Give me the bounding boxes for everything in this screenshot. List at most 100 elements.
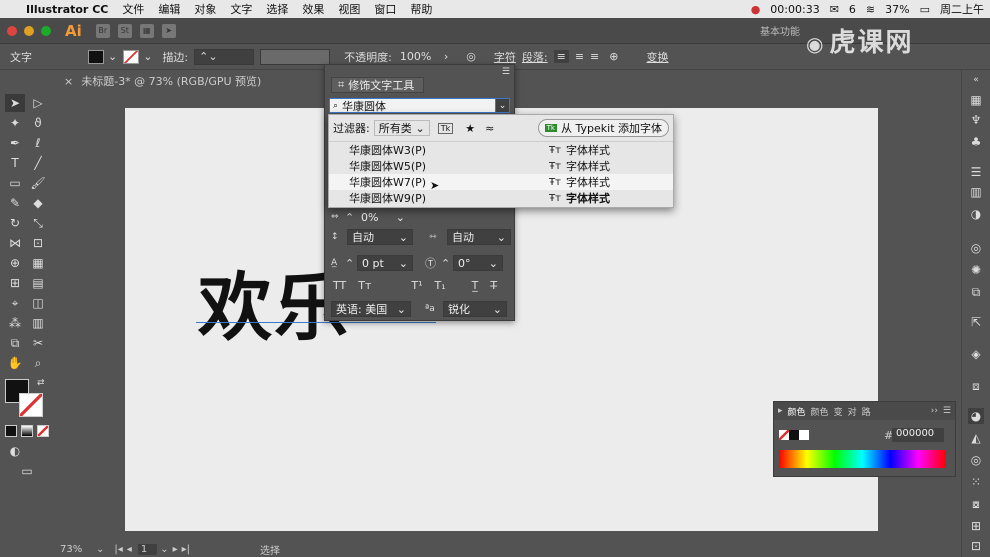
stroke-dropdown-icon[interactable]: ⌄ [143,50,152,63]
rotation-dd-icon[interactable]: ⌄ [489,257,498,270]
first-artboard-icon[interactable]: |◂ [114,544,122,555]
graphic-styles-icon[interactable]: ⁙ [968,474,984,490]
align-panel-icon[interactable]: ▥ [968,184,984,200]
menu-file[interactable]: 文件 [122,1,144,17]
leading-field[interactable]: 自动 ⌄ [347,229,413,245]
record-icon[interactable]: ● [751,3,761,16]
navigator-icon[interactable]: ⊡ [968,538,984,554]
collapse-panels-icon[interactable]: « [968,72,984,88]
baseline-field[interactable]: 0 pt ⌄ [357,255,413,271]
font-list-item-hovered[interactable]: 华康圆体W7(P) Ŧт 字体样式 [329,174,673,190]
panel-collapse-icon[interactable]: ▸ [778,406,783,416]
cc-libraries-icon[interactable]: ◎ [968,240,984,256]
baseline-dd-icon[interactable]: ⌄ [399,257,408,270]
stroke-color-box[interactable] [19,393,43,417]
curvature-icon[interactable]: ℓ [28,134,48,152]
workspace-label[interactable]: 基本功能 [760,23,800,38]
gpu-icon[interactable]: ➤ [161,23,176,38]
tab-color-guide[interactable]: 颜色 [811,405,829,418]
font-list-item[interactable]: 华康圆体W9(P) Ŧт 字体样式 [329,190,673,206]
color-panel-icon[interactable]: ◕ [968,408,984,424]
minimize-window-button[interactable] [24,25,34,36]
tracking-field[interactable]: 0% ⌄ [357,209,409,225]
kerning-dd-icon[interactable]: ⌄ [497,231,506,244]
char-label[interactable]: 字符 [494,49,516,65]
slice-tool-icon[interactable]: ✂ [28,334,48,352]
zoom-dd-icon[interactable]: ⌄ [96,544,104,555]
tab-close-icon[interactable]: × [64,75,73,88]
artboards-icon[interactable]: ⧉ [968,284,984,300]
clock-text[interactable]: 周二上午 [940,1,984,17]
globe-icon[interactable]: ⊕ [609,50,618,63]
gradient-panel-icon[interactable]: ⊞ [968,518,984,534]
layers-icon[interactable]: ◈ [968,346,984,362]
pathfinder-icon[interactable]: ⧈ [968,378,984,394]
screen-mode-icon[interactable]: ▭ [17,462,37,480]
menu-window[interactable]: 窗口 [374,1,396,17]
scale-tool-icon[interactable]: ⤡ [28,214,48,232]
leading-dd-icon[interactable]: ⌄ [399,231,408,244]
color-mode-icon[interactable] [5,425,17,437]
zoom-field[interactable]: 73% [60,544,96,555]
more-tabs-icon[interactable]: ›› [931,406,938,416]
lasso-icon[interactable]: ϑ [28,114,48,132]
strikethrough-icon[interactable]: T̶ [490,279,497,292]
eyedropper-icon[interactable]: ⌖ [5,294,25,312]
shape-builder-icon[interactable]: ⊕ [5,254,25,272]
kerning-field[interactable]: 自动 ⌄ [447,229,511,245]
symbol-sprayer-icon[interactable]: ⁂ [5,314,25,332]
underline-icon[interactable]: T̲ [472,279,479,292]
opacity-field[interactable]: 100% [395,48,440,65]
blend-tool-icon[interactable]: ◫ [28,294,48,312]
battery-icon[interactable]: ▭ [920,3,930,16]
filter-select[interactable]: 所有类 ⌄ [373,120,430,136]
graph-tool-icon[interactable]: ▥ [28,314,48,332]
fill-swatch[interactable] [88,49,104,64]
font-dropdown-toggle-icon[interactable]: ⌄ [495,98,510,113]
color-white-swatch[interactable] [799,430,809,440]
zoom-tool-icon[interactable]: ⌕ [28,354,48,372]
language-select[interactable]: 英语: 美国 ⌄ [331,301,411,317]
artboard-tool-icon[interactable]: ⧉ [5,334,25,352]
wechat-icon[interactable]: ✉ [830,3,839,16]
rotation-field[interactable]: 0° ⌄ [453,255,503,271]
artboard-dd-icon[interactable]: ⌄ [160,544,168,555]
arrange-icon[interactable]: ▦ [139,23,154,38]
menu-help[interactable]: 帮助 [410,1,432,17]
small-caps-icon[interactable]: Tт [358,279,371,292]
libraries-icon[interactable]: ♆ [968,112,984,128]
brightness-icon[interactable]: ✺ [968,262,984,278]
color-spectrum[interactable] [779,450,946,468]
mesh-tool-icon[interactable]: ⊞ [5,274,25,292]
favorites-star-icon[interactable]: ★ [465,122,475,135]
color-none-swatch[interactable] [779,430,789,440]
tracking-dd-icon[interactable]: ⌄ [396,211,405,224]
hand-tool-icon[interactable]: ✋ [5,354,25,372]
color-black-swatch[interactable] [789,430,799,440]
menu-view[interactable]: 视图 [338,1,360,17]
typekit-filter-icon[interactable]: Tk [437,122,454,134]
antialias-dd-icon[interactable]: ⌄ [493,303,502,316]
magic-wand-icon[interactable]: ✦ [5,114,25,132]
tab-pathfinder[interactable]: 路 [862,405,871,418]
language-dd-icon[interactable]: ⌄ [397,303,406,316]
width-tool-icon[interactable]: ⋈ [5,234,25,252]
export-icon[interactable]: ⇱ [968,314,984,330]
draw-mode-icon[interactable]: ◐ [5,442,25,460]
stroke-weight-field[interactable]: ⌃⌄ [194,48,255,65]
properties-icon[interactable]: ▦ [968,92,984,108]
line-tool-icon[interactable]: ╱ [28,154,48,172]
variable-width-field[interactable] [260,48,331,65]
gradient-mode-icon[interactable] [21,425,33,437]
recolor-icon[interactable]: ◎ [466,50,476,63]
close-window-button[interactable] [7,25,17,36]
app-name-menu[interactable]: Illustrator CC [26,3,108,16]
menu-select[interactable]: 选择 [266,1,288,17]
color-panel-menu-icon[interactable]: ☰ [943,406,951,416]
align-right-icon[interactable]: ≡ [590,50,599,63]
panel-menu-icon[interactable]: ☰ [502,67,510,77]
rectangle-tool-icon[interactable]: ▭ [5,174,25,192]
all-caps-icon[interactable]: TT [333,279,346,292]
swap-colors-icon[interactable]: ⇄ [37,378,45,388]
artboard-number[interactable]: 1 [137,544,158,555]
